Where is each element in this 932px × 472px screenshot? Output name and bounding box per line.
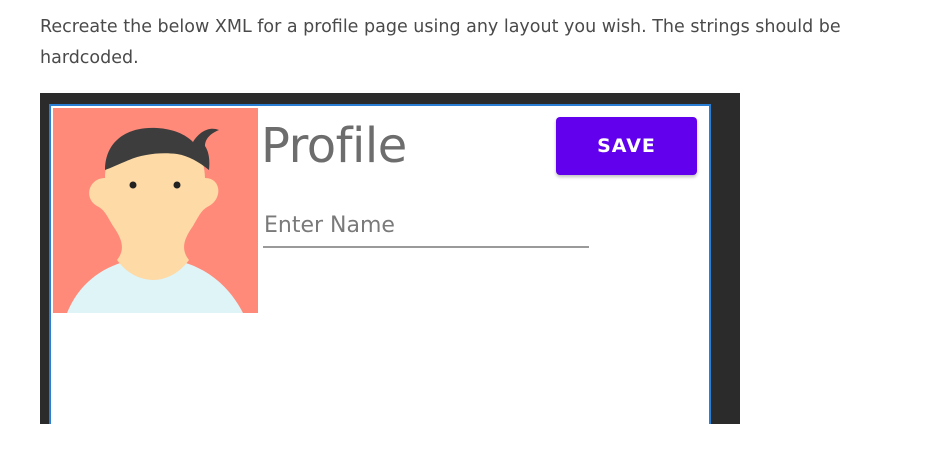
page-title: Profile <box>261 118 407 174</box>
name-input[interactable] <box>263 206 590 244</box>
question-text: Recreate the below XML for a profile pag… <box>40 17 841 68</box>
device-frame: Profile SAVE <box>40 93 740 424</box>
save-button[interactable]: SAVE <box>556 117 697 175</box>
person-avatar-icon <box>53 108 258 313</box>
profile-screen: Profile SAVE <box>49 104 711 424</box>
name-field <box>263 206 590 248</box>
